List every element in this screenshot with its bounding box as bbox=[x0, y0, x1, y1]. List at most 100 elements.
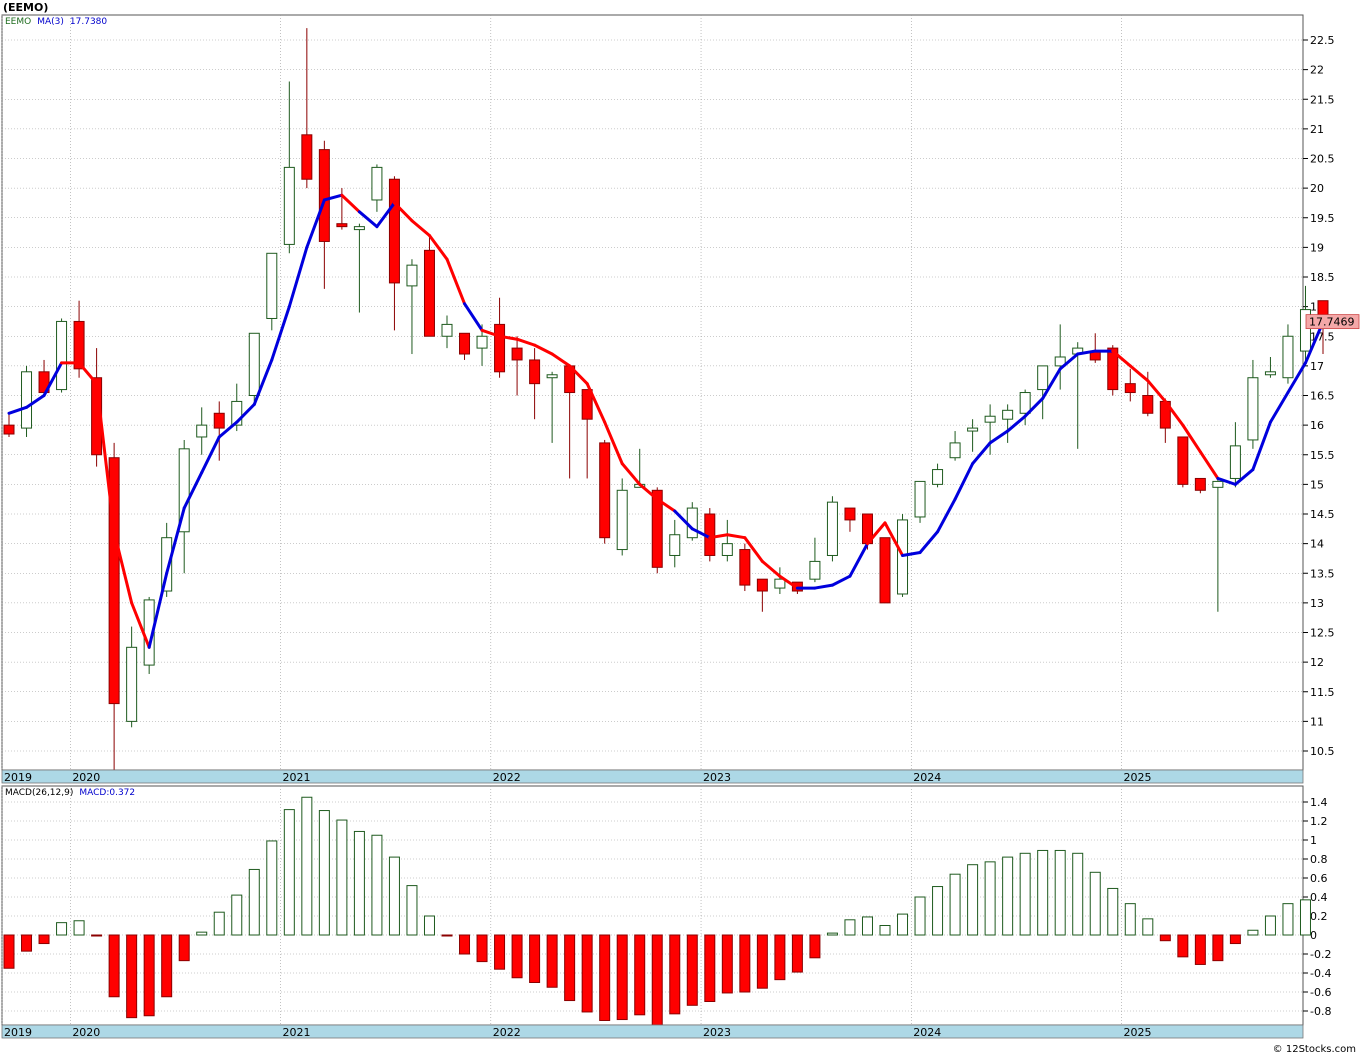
macd-bar bbox=[774, 934, 786, 981]
candle-body bbox=[1264, 371, 1276, 376]
macd-legend-value: MACD:0.372 bbox=[79, 788, 135, 798]
macd-tick-label: -0.2 bbox=[1310, 948, 1331, 961]
price-legend: EEMO MA(3) 17.7380 bbox=[5, 17, 107, 27]
macd-bar bbox=[616, 934, 628, 1021]
macd-bar bbox=[21, 934, 33, 952]
macd-bar bbox=[914, 896, 926, 936]
macd-bar bbox=[1177, 934, 1189, 958]
candle-body bbox=[967, 427, 979, 432]
macd-legend-label: MACD(26,12,9) bbox=[5, 788, 73, 798]
macd-bar bbox=[143, 934, 155, 1017]
price-panel: 22.52221.52120.52019.51918.51817.51716.5… bbox=[1, 14, 1360, 784]
macd-bar bbox=[581, 934, 593, 1013]
candle-body bbox=[1194, 477, 1206, 491]
price-tick-label: 15 bbox=[1310, 478, 1324, 491]
candle-body bbox=[669, 534, 681, 556]
legend-symbol: EEMO bbox=[5, 17, 31, 27]
macd-bar bbox=[932, 886, 944, 936]
candle-body bbox=[1212, 480, 1224, 488]
candle-body bbox=[756, 578, 768, 592]
candle-body bbox=[126, 646, 138, 722]
macd-bar bbox=[686, 934, 698, 1006]
macd-bar bbox=[1107, 887, 1119, 936]
macd-bar bbox=[756, 934, 768, 989]
macd-bar bbox=[704, 934, 716, 1002]
price-tick-label: 12 bbox=[1310, 656, 1324, 669]
macd-bar bbox=[406, 885, 418, 936]
macd-tick-label: 1.2 bbox=[1310, 815, 1328, 828]
year-label: 2022 bbox=[493, 1026, 521, 1039]
macd-bar bbox=[371, 834, 383, 936]
macd-bar bbox=[161, 934, 173, 998]
macd-bar bbox=[231, 894, 243, 936]
macd-bar bbox=[318, 810, 330, 936]
price-tick-label: 15.5 bbox=[1310, 449, 1335, 462]
macd-bar bbox=[476, 934, 488, 963]
candle bbox=[739, 543, 751, 592]
macd-bar bbox=[1282, 903, 1294, 936]
macd-bar bbox=[564, 934, 576, 1002]
candle-body bbox=[476, 335, 488, 349]
price-tick-label: 10.5 bbox=[1310, 745, 1335, 758]
candle-body bbox=[826, 501, 838, 556]
price-tick-label: 22 bbox=[1310, 64, 1324, 77]
price-tick-label: 21.5 bbox=[1310, 93, 1335, 106]
candle-body bbox=[1282, 335, 1294, 379]
macd-bar bbox=[1019, 852, 1031, 936]
year-label: 2025 bbox=[1124, 1026, 1152, 1039]
year-label: 2021 bbox=[283, 1026, 311, 1039]
macd-bar bbox=[634, 934, 646, 1016]
candle-body bbox=[301, 134, 313, 180]
macd-tick-label: -0.6 bbox=[1310, 986, 1331, 999]
macd-tick-label: 1.4 bbox=[1310, 796, 1328, 809]
candle-body bbox=[511, 347, 523, 361]
chart-canvas: (EEMO) 22.52221.52120.52019.51918.51817.… bbox=[0, 0, 1360, 1056]
macd-bar bbox=[126, 934, 138, 1019]
macd-tick-label: 0.6 bbox=[1310, 872, 1328, 885]
year-label: 2023 bbox=[703, 771, 731, 784]
macd-legend: MACD(26,12,9) MACD:0.372 bbox=[5, 788, 135, 798]
candle bbox=[616, 478, 628, 556]
last-price-label: 17.7469 bbox=[1309, 316, 1355, 329]
macd-bar bbox=[1037, 849, 1049, 936]
candle-body bbox=[406, 264, 418, 287]
macd-bar bbox=[301, 796, 313, 936]
candle-body bbox=[1247, 377, 1259, 441]
macd-year-band bbox=[1, 1024, 1304, 1039]
candle bbox=[266, 252, 278, 331]
price-tick-label: 16.5 bbox=[1310, 390, 1335, 403]
candle-body bbox=[494, 323, 506, 373]
candle-body bbox=[371, 166, 383, 201]
candle-body bbox=[1037, 365, 1049, 391]
candle-body bbox=[1177, 436, 1189, 485]
macd-bar bbox=[1229, 934, 1241, 945]
price-tick-label: 19 bbox=[1310, 241, 1324, 254]
macd-bar bbox=[56, 922, 68, 936]
year-label: 2025 bbox=[1124, 771, 1152, 784]
macd-bar bbox=[599, 934, 611, 1021]
macd-tick-label: 0.4 bbox=[1310, 891, 1328, 904]
price-tick-label: 20.5 bbox=[1310, 153, 1335, 166]
candle bbox=[248, 332, 260, 402]
candle-body bbox=[1019, 392, 1031, 414]
macd-bar bbox=[1194, 934, 1206, 965]
candle-body bbox=[932, 469, 944, 485]
year-label: 2024 bbox=[913, 1026, 941, 1039]
macd-bar bbox=[1142, 918, 1154, 936]
legend-ma-value: 17.7380 bbox=[70, 17, 107, 27]
candle-body bbox=[283, 166, 295, 245]
macd-bar bbox=[1212, 934, 1224, 962]
candle-body bbox=[686, 507, 698, 539]
macd-bar bbox=[266, 840, 278, 936]
macd-bar bbox=[108, 934, 120, 998]
macd-bar bbox=[1247, 929, 1259, 936]
candle bbox=[914, 480, 926, 523]
macd-bar bbox=[38, 934, 50, 945]
price-tick-label: 19.5 bbox=[1310, 212, 1335, 225]
macd-bar bbox=[196, 931, 208, 936]
year-label: 2020 bbox=[72, 771, 100, 784]
macd-bar bbox=[651, 934, 663, 1026]
price-year-band bbox=[1, 769, 1304, 784]
macd-bar bbox=[178, 934, 190, 962]
candle-body bbox=[248, 332, 260, 397]
